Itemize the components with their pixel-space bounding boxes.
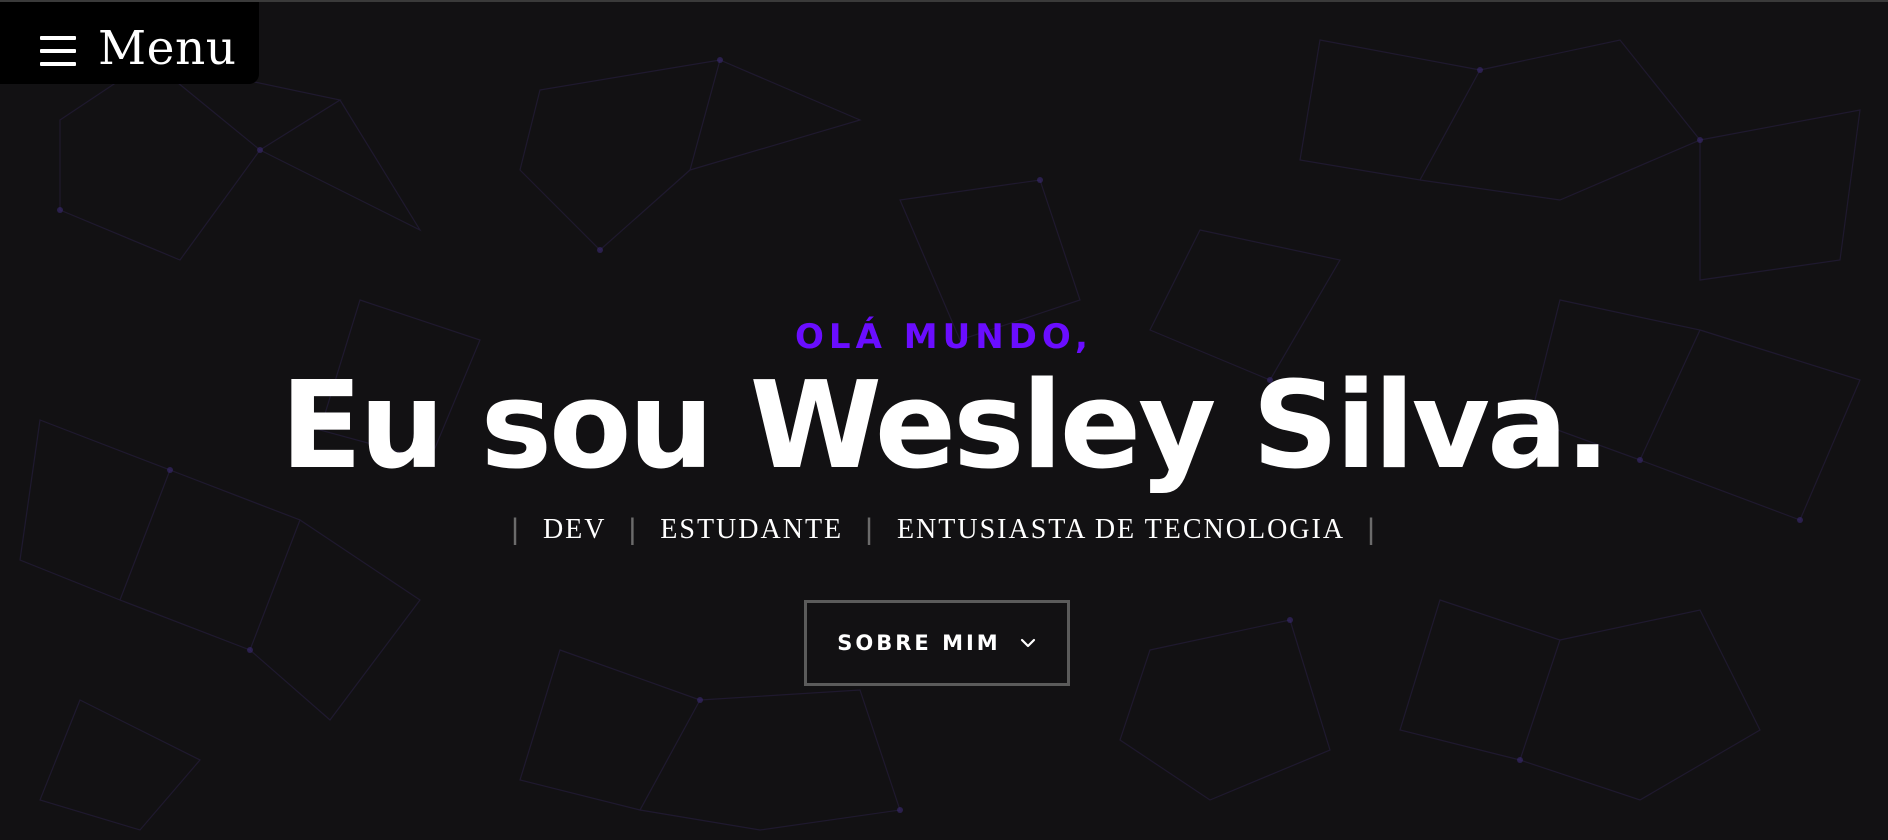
roles-separator: | (511, 513, 521, 546)
roles-list: | DEV | ESTUDANTE | ENTUSIASTA DE TECNOL… (0, 510, 1888, 550)
role-dev: DEV (542, 514, 607, 545)
about-me-button[interactable]: SOBRE MIM (804, 600, 1070, 686)
hero-title: Eu sou Wesley Silva. (280, 357, 1610, 496)
about-me-label: SOBRE MIM (837, 631, 1001, 655)
role-entusiasta: ENTUSIASTA DE TECNOLOGIA (896, 514, 1346, 545)
role-estudante: ESTUDANTE (660, 514, 844, 545)
roles-separator: | (865, 513, 875, 546)
chevron-down-icon (1020, 638, 1035, 648)
hero-section: OLÁ MUNDO, Eu sou Wesley Silva. | DEV | … (0, 0, 1888, 840)
roles-separator: | (1367, 513, 1377, 546)
roles-separator: | (628, 513, 639, 546)
